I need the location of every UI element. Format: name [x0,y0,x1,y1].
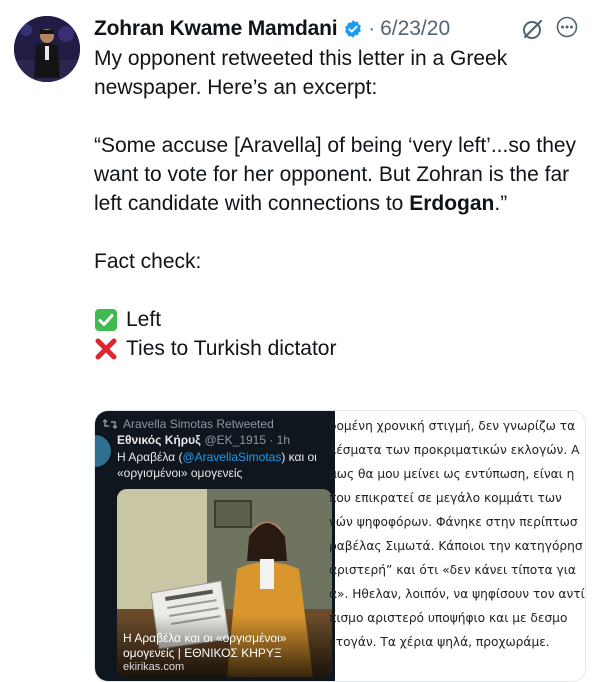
author-name[interactable]: Zohran Kwame Mamdani [94,17,338,41]
excerpt-line: μως θα μου μείνει ως εντύπωση, είναι η [329,467,575,481]
article-title: Η Αραβέλα και οι «οργισμένοι» ομογενείς … [123,631,287,660]
embedded-account-handle: @EK_1915 · 1h [204,433,291,447]
excerpt-line: α». Ηθελαν, λοιπόν, να ψηφίσουν τον αντί [329,587,585,601]
retweet-screenshot: Aravella Simotas Retweeted Εθνικός Κήρυξ… [95,411,335,681]
author-avatar[interactable] [14,16,80,82]
excerpt-line: αριστερή” και ότι «δεν κάνει τίποτα για [329,563,576,577]
attached-image[interactable]: Aravella Simotas Retweeted Εθνικός Κήρυξ… [94,410,586,682]
newspaper-excerpt: δομένη χρονική στιγμή, δεν γνωρίζω τα λέ… [329,411,585,681]
excerpt-line: νών ψηφοφόρων. Φάνηκε στην περίπτωσ [329,515,578,529]
fact-check-item-left: Left [94,305,584,334]
tweet-text: My opponent retweeted this letter in a G… [94,44,584,363]
excerpt-line: που επικρατεί σε μεγάλο κομμάτι των [329,491,562,505]
cross-mark-icon [94,337,118,361]
excerpt-line: ραβέλας Σιμωτά. Κάποιοι την κατηγόρησ [329,539,583,553]
account-avatar [95,433,113,469]
embedded-account: Εθνικός Κήρυξ @EK_1915 · 1h [117,433,290,447]
excerpt-line: . [329,659,333,673]
header-separator: · [368,17,376,40]
verified-badge-icon [343,19,363,39]
fact-check-item-left-label: Left [126,308,162,331]
fact-check-item-ties: Ties to Turkish dictator [94,334,584,363]
more-icon[interactable] [554,14,580,40]
embedded-account-name: Εθνικός Κήρυξ [117,433,201,447]
tweet-intro: My opponent retweeted this letter in a G… [94,47,508,99]
article-photo: Η Αραβέλα και οι «οργισμένοι» ομογενείς … [117,489,332,677]
excerpt-line: δομένη χρονική στιγμή, δεν γνωρίζω τα [329,419,576,433]
excerpt-line: ντογάν. Τα χέρια ψηλά, προχωράμε. [329,635,550,649]
quote-end: .” [494,192,508,215]
retweet-label-text: Aravella Simotas Retweeted [123,417,274,431]
retweet-icon [103,419,117,429]
article-domain: ekirikas.com [123,661,185,673]
retweet-label: Aravella Simotas Retweeted [103,417,274,431]
excerpt-line: πισμο αριστερό υποψήφιο και με δεσμο [329,611,568,625]
embedded-mention: @AravellaSimotas [182,450,282,464]
embedded-tweet-text: Η Αραβέλα (@AravellaSimotas) και οι «οργ… [117,449,332,481]
embedded-text-prefix: Η Αραβέλα ( [117,450,183,464]
grok-icon[interactable] [520,16,546,42]
excerpt-line: λέσματα των προκριματικών εκλογών. Α [329,443,580,457]
quote-bold-name: Erdogan [409,192,495,215]
tweet-quote: “Some accuse [Aravella] of being ‘very l… [94,131,584,218]
fact-check-heading: Fact check: [94,250,202,273]
tweet-date[interactable]: 6/23/20 [380,17,450,41]
tweet-header: Zohran Kwame Mamdani · 6/23/20 [94,14,582,44]
fact-check-item-ties-label: Ties to Turkish dictator [126,337,337,360]
check-mark-icon [94,308,118,332]
avatar-image [14,16,80,82]
